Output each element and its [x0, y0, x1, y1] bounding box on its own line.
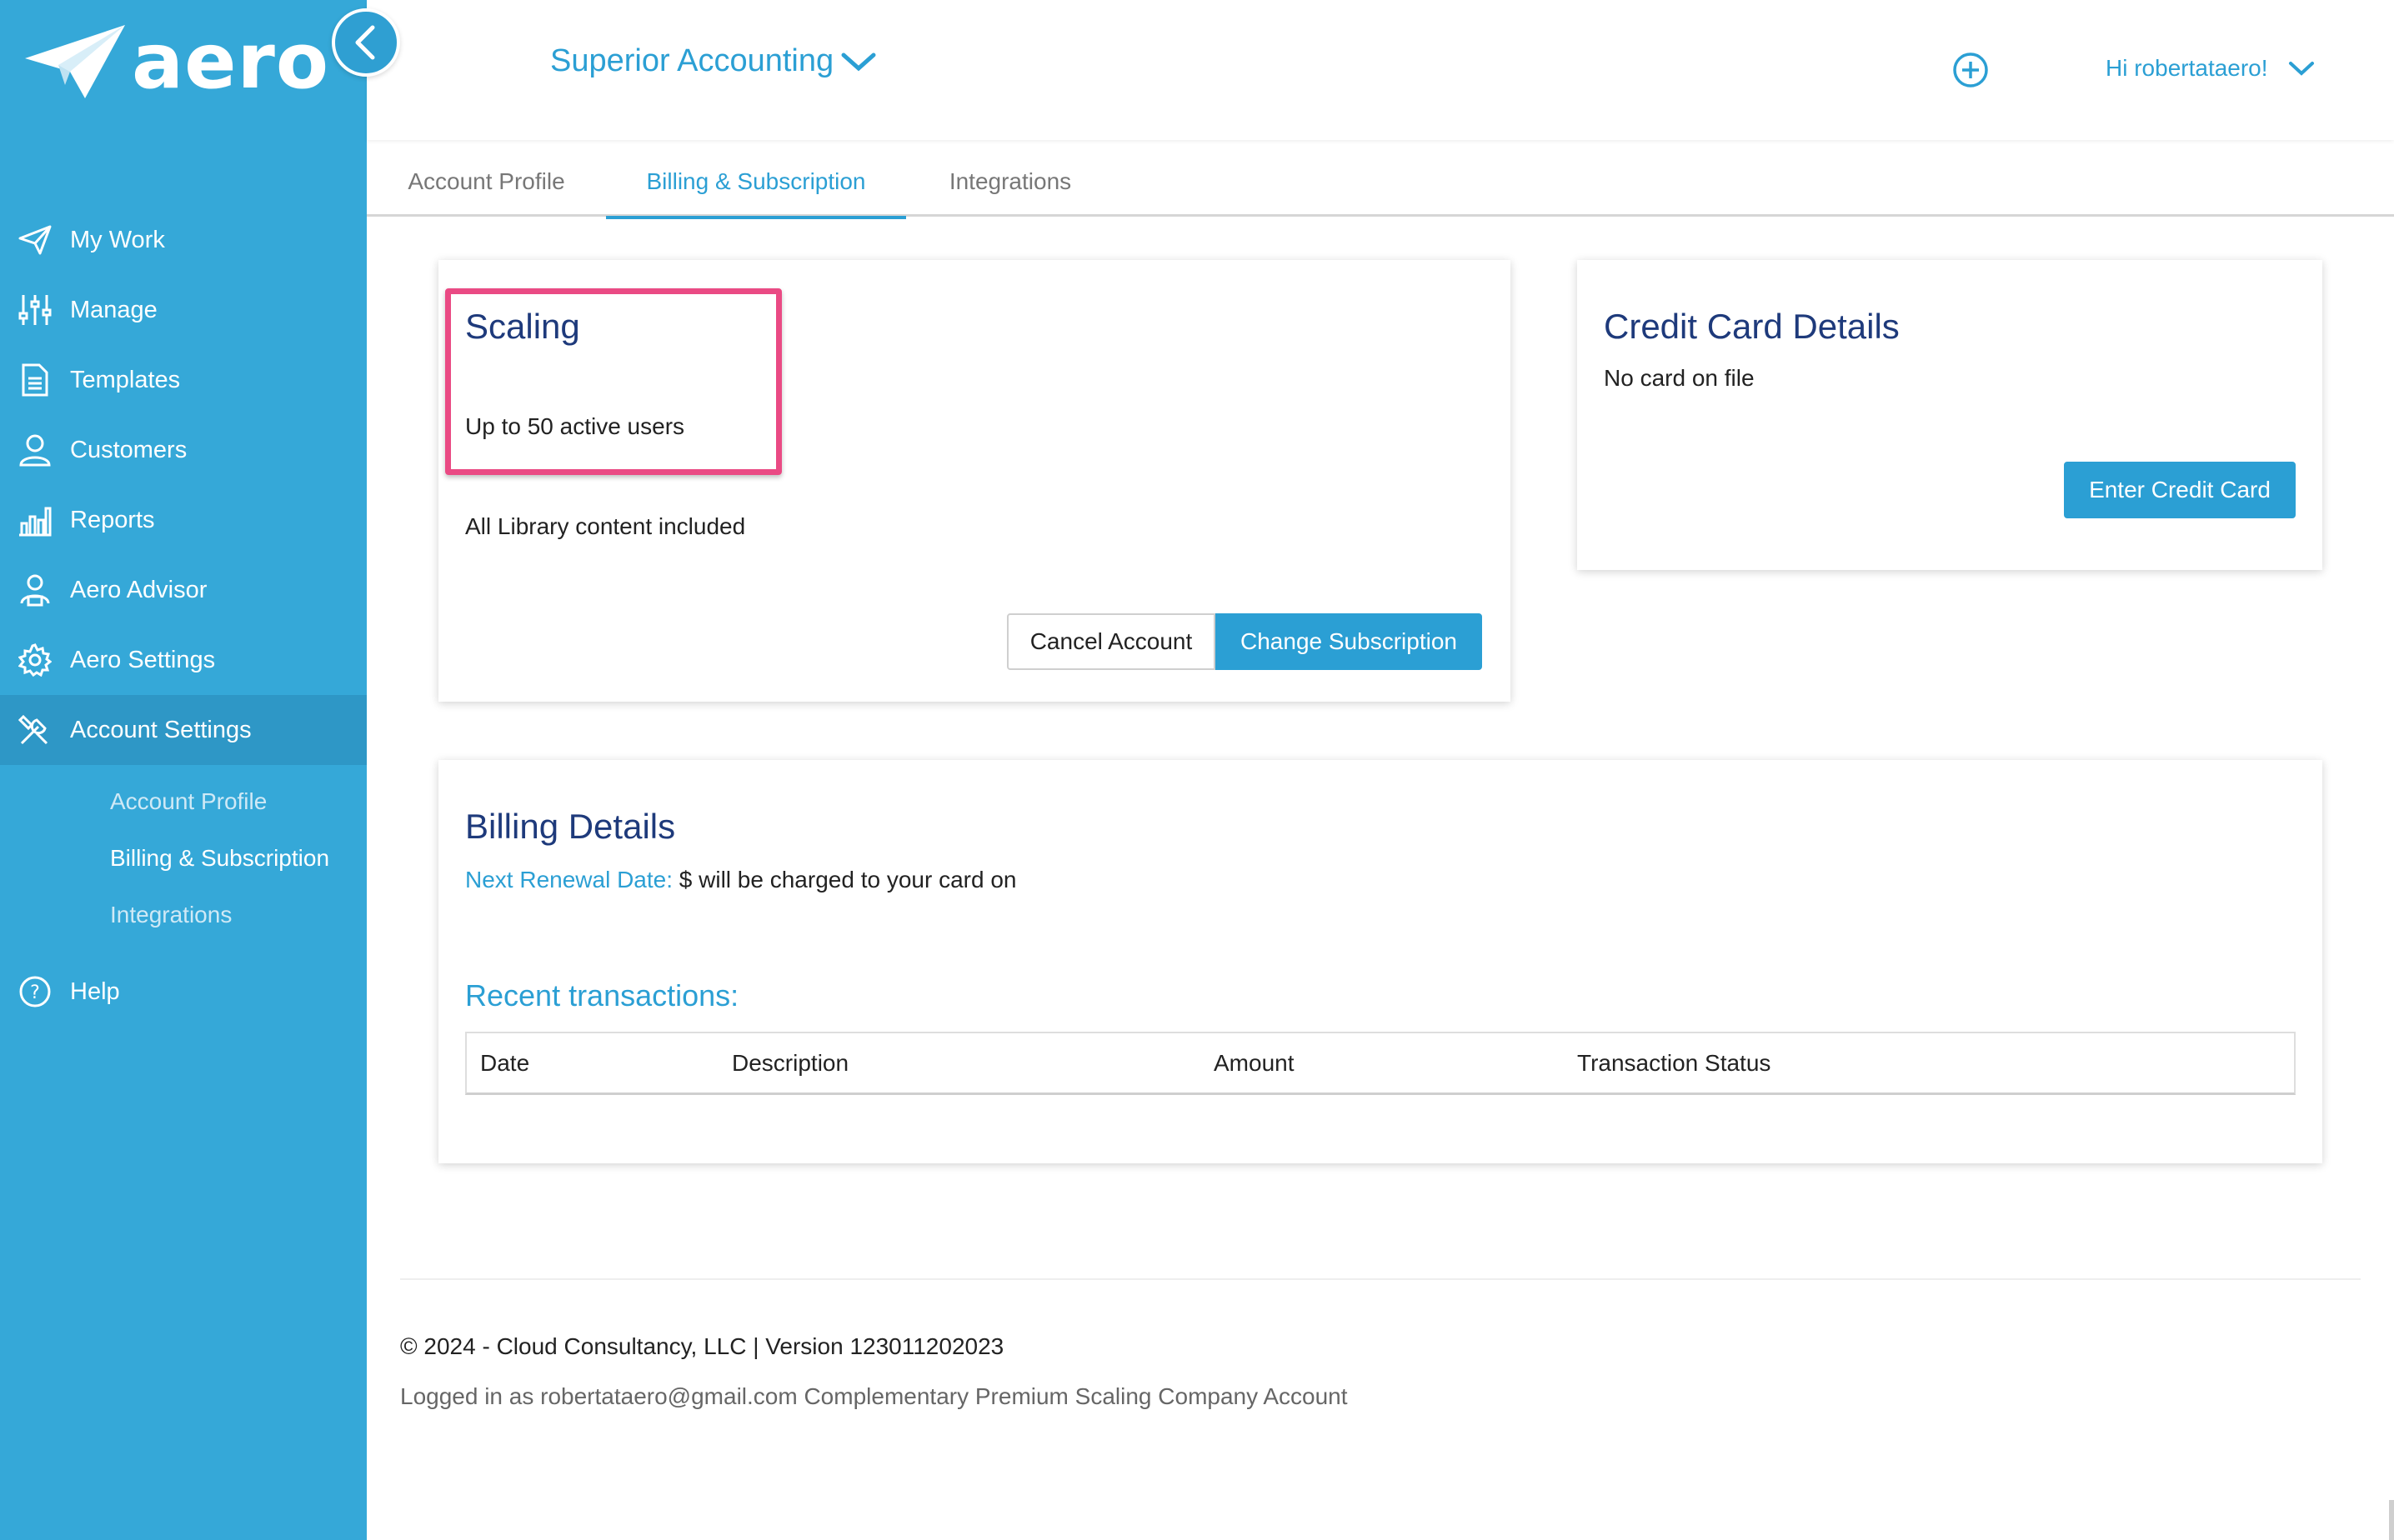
recent-transactions-label: Recent transactions:: [465, 978, 739, 1012]
tools-icon: [17, 712, 53, 748]
sidebar-item-templates[interactable]: Templates: [0, 345, 367, 415]
renewal-text: $ will be charged to your card on: [679, 867, 1017, 892]
plan-library: All Library content included: [465, 513, 746, 539]
sidebar-item-account-settings[interactable]: Account Settings: [0, 695, 367, 765]
add-button[interactable]: [1952, 52, 1989, 92]
advisor-icon: [17, 572, 53, 608]
tab-billing-subscription[interactable]: Billing & Subscription: [606, 147, 906, 219]
credit-card-card: Credit Card Details No card on file Ente…: [1577, 260, 2322, 570]
column-header-description: Description: [732, 1050, 849, 1076]
paper-plane-icon: [17, 222, 53, 258]
sidebar-nav: My Work Manage Templates Customers Repor…: [0, 205, 367, 1027]
top-header: Superior Accounting Hi robertataero!: [367, 0, 2394, 140]
company-name: Superior Accounting: [550, 43, 834, 78]
subnav-integrations[interactable]: Integrations: [0, 887, 367, 943]
enter-credit-card-button[interactable]: Enter Credit Card: [2064, 462, 2296, 518]
billing-title: Billing Details: [465, 807, 676, 846]
renewal-label: Next Renewal Date:: [465, 867, 674, 892]
brand-name: aero: [132, 17, 330, 106]
cancel-account-button[interactable]: Cancel Account: [1007, 613, 1215, 670]
user-greeting: Hi robertataero!: [2106, 55, 2268, 81]
column-header-date: Date: [480, 1050, 530, 1076]
credit-card-title: Credit Card Details: [1604, 307, 1900, 346]
chevron-down-icon: [841, 52, 876, 71]
renewal-line: Next Renewal Date: $ will be charged to …: [465, 867, 1016, 893]
column-header-amount: Amount: [1214, 1050, 1295, 1076]
chevron-down-icon: [2288, 62, 2314, 76]
sidebar-item-label: Manage: [70, 296, 158, 323]
subnav-account-profile[interactable]: Account Profile: [0, 773, 367, 830]
sidebar: aero My Work Manage Templates Customers: [0, 0, 367, 1540]
user-menu[interactable]: Hi robertataero!: [2106, 55, 2315, 82]
subnav-billing-subscription[interactable]: Billing & Subscription: [0, 830, 367, 887]
window-edge: [2389, 1500, 2394, 1540]
document-icon: [17, 362, 53, 398]
collapse-sidebar-button[interactable]: [332, 8, 400, 77]
sidebar-item-label: Reports: [70, 506, 155, 533]
plus-circle-icon: [1953, 52, 1988, 88]
company-selector[interactable]: Superior Accounting: [550, 43, 877, 79]
footer-divider: [400, 1278, 2361, 1280]
sidebar-item-label: My Work: [70, 226, 165, 253]
help-icon: ?: [17, 973, 53, 1010]
sidebar-item-label: Templates: [70, 366, 181, 393]
transactions-table: Date Description Amount Transaction Stat…: [465, 1032, 2296, 1095]
person-icon: [17, 432, 53, 468]
sidebar-item-help[interactable]: ? Help: [0, 957, 367, 1027]
gear-icon: [17, 642, 53, 678]
change-subscription-button[interactable]: Change Subscription: [1215, 613, 1482, 670]
account-settings-subnav: Account Profile Billing & Subscription I…: [0, 765, 367, 952]
sidebar-item-aero-advisor[interactable]: Aero Advisor: [0, 555, 367, 625]
footer-copyright: © 2024 - Cloud Consultancy, LLC | Versio…: [400, 1333, 1004, 1359]
bar-chart-icon: [17, 502, 53, 538]
sidebar-item-aero-settings[interactable]: Aero Settings: [0, 625, 367, 695]
sidebar-item-label: Account Settings: [70, 716, 252, 743]
paper-plane-icon: [25, 25, 125, 98]
sidebar-item-reports[interactable]: Reports: [0, 485, 367, 555]
sidebar-item-my-work[interactable]: My Work: [0, 205, 367, 275]
tab-integrations[interactable]: Integrations: [906, 147, 1114, 217]
tab-account-profile[interactable]: Account Profile: [367, 147, 606, 217]
footer-logged-in: Logged in as robertataero@gmail.com Comp…: [400, 1383, 1348, 1409]
sidebar-item-label: Help: [70, 978, 120, 1005]
highlight-box: [445, 288, 782, 475]
svg-text:?: ?: [30, 982, 40, 1003]
billing-details-card: Billing Details Next Renewal Date: $ wil…: [438, 760, 2322, 1163]
chevron-left-icon: [355, 25, 375, 60]
sidebar-item-label: Aero Settings: [70, 646, 216, 673]
sidebar-item-customers[interactable]: Customers: [0, 415, 367, 485]
credit-card-status: No card on file: [1604, 365, 1755, 391]
sidebar-item-manage[interactable]: Manage: [0, 275, 367, 345]
sidebar-item-label: Customers: [70, 436, 188, 463]
sidebar-item-label: Aero Advisor: [70, 576, 208, 603]
sliders-icon: [17, 292, 53, 328]
column-header-transaction-status: Transaction Status: [1577, 1050, 1771, 1076]
aero-logo[interactable]: aero: [22, 22, 329, 102]
tab-bar: Account Profile Billing & Subscription I…: [367, 147, 2394, 219]
